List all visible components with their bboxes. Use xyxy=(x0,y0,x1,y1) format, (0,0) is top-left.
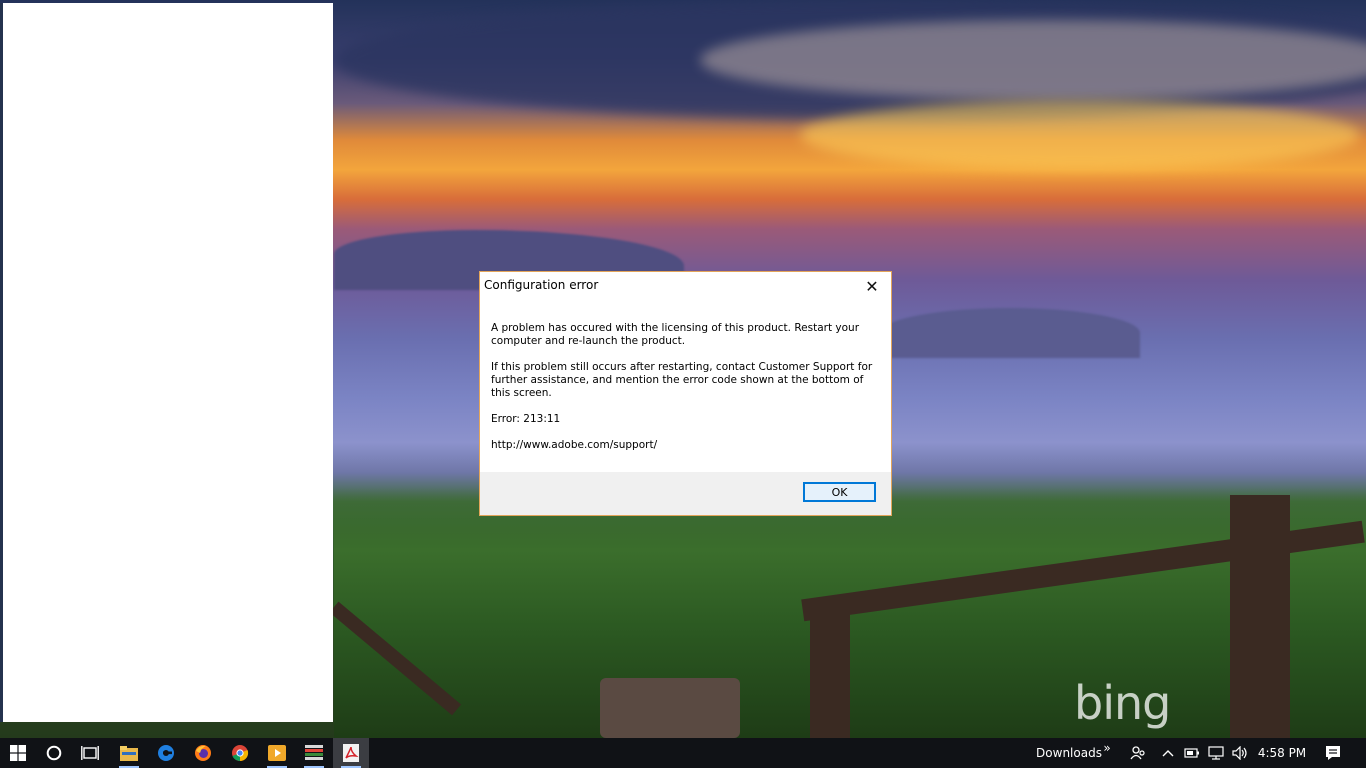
action-center-icon[interactable] xyxy=(1318,738,1348,768)
firefox-icon[interactable] xyxy=(185,738,221,768)
configuration-error-dialog: Configuration error ✕ A problem has occu… xyxy=(479,271,892,516)
file-explorer-icon[interactable] xyxy=(111,738,147,768)
taskbar: Downloads » 4:58 PM xyxy=(0,738,1366,768)
post-cap xyxy=(600,678,740,738)
cloud-glow xyxy=(800,100,1360,170)
task-view-icon[interactable] xyxy=(72,738,108,768)
railing-post xyxy=(1230,495,1290,738)
app-icon[interactable] xyxy=(296,738,332,768)
blank-window-panel xyxy=(0,3,333,722)
downloads-label: Downloads xyxy=(1036,746,1102,760)
bing-watermark: bing xyxy=(1074,676,1171,730)
ok-button[interactable]: OK xyxy=(803,482,876,502)
dialog-message: A problem has occured with the licensing… xyxy=(491,322,876,465)
toolbar-chevron: » xyxy=(1103,741,1111,755)
windows-start-icon[interactable] xyxy=(0,738,36,768)
show-hidden-icons-chevron-icon[interactable] xyxy=(1158,738,1178,768)
message-paragraph-1: A problem has occured with the licensing… xyxy=(491,322,860,347)
close-glyph: ✕ xyxy=(865,276,879,296)
error-code: Error: 213:11 xyxy=(491,413,561,425)
toolbar-chevron-icon[interactable]: » xyxy=(1100,738,1114,768)
cortana-icon[interactable] xyxy=(36,738,72,768)
clock-time: 4:58 PM xyxy=(1257,746,1307,760)
people-icon[interactable] xyxy=(1126,738,1150,768)
network-icon[interactable] xyxy=(1205,738,1227,768)
downloads-toolbar[interactable]: Downloads xyxy=(1030,738,1108,768)
battery-icon[interactable] xyxy=(1181,738,1203,768)
clock[interactable]: 4:58 PM xyxy=(1254,738,1310,768)
support-url: http://www.adobe.com/support/ xyxy=(491,439,658,451)
cloud xyxy=(700,20,1366,100)
close-icon[interactable]: ✕ xyxy=(859,275,885,297)
railing-post xyxy=(810,612,850,738)
dialog-footer: OK xyxy=(480,472,891,515)
dialog-title: Configuration error xyxy=(484,278,599,292)
message-paragraph-2: If this problem still occurs after resta… xyxy=(491,361,873,399)
volume-icon[interactable] xyxy=(1229,738,1251,768)
acrobat-icon[interactable] xyxy=(333,738,369,768)
media-player-icon[interactable] xyxy=(259,738,295,768)
edge-icon[interactable] xyxy=(148,738,184,768)
chrome-icon[interactable] xyxy=(222,738,258,768)
mountain xyxy=(880,308,1140,358)
